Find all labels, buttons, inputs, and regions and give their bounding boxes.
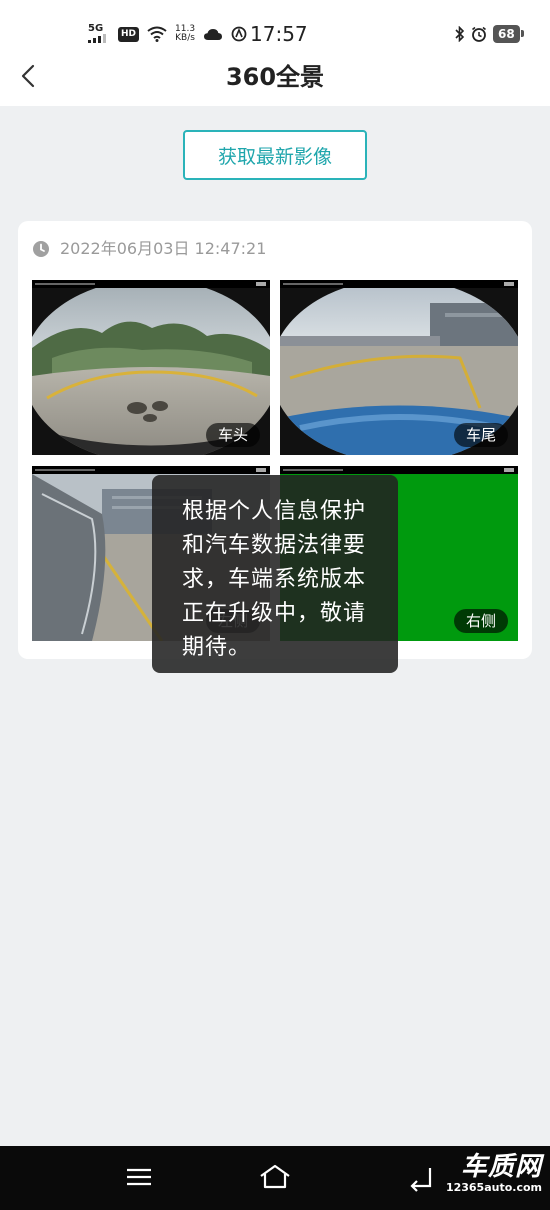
timestamp-row: 2022年06月03日 12:47:21	[32, 239, 266, 259]
toast-message: 根据个人信息保护和汽车数据法律要求，车端系统版本正在升级中，敬请期待。	[152, 475, 398, 673]
hd-badge: HD	[118, 26, 140, 42]
network-type: 5G	[88, 23, 104, 34]
network-speed: 11.3 KB/s	[175, 25, 195, 43]
status-right: 68	[455, 22, 524, 46]
camera-label-right: 右侧	[453, 609, 508, 633]
battery-icon: 68	[493, 25, 524, 43]
system-nav-bar: 车质网 12365auto.com	[0, 1146, 550, 1210]
menu-icon	[127, 1168, 151, 1186]
page-title: 360全景	[225, 63, 325, 91]
camera-label-front: 车头	[205, 423, 260, 447]
signal-icon: 5G	[88, 23, 110, 45]
back-icon	[410, 1168, 432, 1192]
fetch-latest-image-button[interactable]: 获取最新影像	[183, 130, 367, 180]
rear-camera-image[interactable]: 车尾	[280, 280, 518, 455]
status-left: 5G HD 11.3 KB/s	[88, 22, 247, 46]
watermark-logo: 车质网 12365auto.com	[446, 1152, 542, 1194]
wifi-icon	[147, 26, 167, 42]
app-header: 360全景	[0, 48, 550, 106]
recent-apps-button[interactable]	[122, 1162, 156, 1192]
watermark-logo-text: 车质网	[460, 1152, 542, 1182]
home-button[interactable]	[258, 1162, 292, 1192]
clock: 17:57	[250, 22, 308, 46]
nfc-icon	[231, 26, 247, 42]
system-back-button[interactable]	[404, 1162, 438, 1192]
clock-icon	[33, 241, 49, 257]
bluetooth-icon	[455, 26, 465, 42]
camera-overlay-bar	[280, 280, 518, 288]
camera-label-rear: 车尾	[453, 423, 508, 447]
home-icon	[260, 1164, 290, 1189]
camera-overlay-bar	[32, 280, 270, 288]
cloud-icon	[204, 29, 223, 40]
camera-overlay-bar	[32, 466, 270, 474]
watermark-url: 12365auto.com	[445, 1181, 542, 1194]
alarm-icon	[472, 26, 486, 42]
camera-overlay-bar	[280, 466, 518, 474]
capture-timestamp: 2022年06月03日 12:47:21	[60, 239, 267, 258]
front-camera-image[interactable]: 车头	[32, 280, 270, 455]
speed-unit: KB/s	[175, 33, 195, 43]
